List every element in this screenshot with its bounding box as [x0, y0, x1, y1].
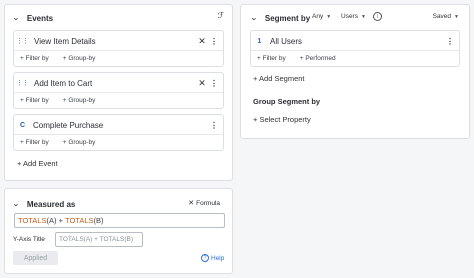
- filter-by-link[interactable]: + Filter by: [20, 97, 49, 104]
- more-options-icon[interactable]: ⋮: [209, 37, 219, 46]
- select-property-link[interactable]: + Select Property: [253, 115, 311, 124]
- caret-down-icon: ▼: [360, 13, 366, 20]
- segment-panel: ⌄ Segment by Any ▼ Users ▼ i Saved ▼ 1 A…: [240, 4, 470, 139]
- more-options-icon[interactable]: ⋮: [445, 37, 455, 46]
- event-card: ⋮⋮ View Item Details ✕ ⋮ + Filter by + G…: [13, 30, 224, 67]
- segment-header[interactable]: ⌄ Segment by: [250, 12, 311, 24]
- caret-down-icon: ▼: [454, 13, 459, 20]
- event-name[interactable]: Add Item to Cart: [34, 79, 197, 88]
- formula-func-b: TOTALS: [65, 216, 94, 225]
- formula-arg-b: (B): [93, 216, 104, 225]
- applied-button[interactable]: Applied: [13, 251, 58, 265]
- y-axis-label: Y-Axis Title: [13, 236, 45, 243]
- segment-card: 1 All Users ⋮ + Filter by + Performed: [250, 30, 460, 67]
- events-title: Events: [26, 13, 54, 23]
- add-segment-link[interactable]: + Add Segment: [253, 74, 305, 83]
- filter-by-link[interactable]: + Filter by: [257, 55, 286, 62]
- measured-title: Measured as: [26, 199, 76, 209]
- users-select-label: Users: [341, 13, 358, 20]
- any-select[interactable]: Any ▼: [312, 13, 331, 20]
- drag-handle-icon[interactable]: ⋮⋮: [16, 37, 29, 45]
- segment-badge: 1: [257, 37, 262, 45]
- remove-event-icon[interactable]: ✕: [197, 78, 207, 89]
- formula-label: Formula: [196, 199, 220, 207]
- y-axis-title-input[interactable]: TOTALS(A) + TOTALS(B): [55, 232, 143, 247]
- formula-toggle-icon[interactable]: ℱ: [218, 11, 224, 20]
- measured-header[interactable]: ⌄ Measured as: [12, 198, 76, 210]
- chevron-down-icon: ⌄: [250, 15, 258, 22]
- remove-event-icon[interactable]: ✕: [197, 36, 207, 47]
- event-name[interactable]: View Item Details: [34, 37, 197, 46]
- event-name[interactable]: Complete Purchase: [33, 121, 209, 130]
- event-badge: C: [19, 121, 26, 129]
- segment-title: Segment by: [264, 13, 311, 23]
- event-card: ⋮⋮ Add Item to Cart ✕ ⋮ + Filter by + Gr…: [13, 72, 224, 109]
- chevron-down-icon: ⌄: [12, 201, 20, 208]
- group-segment-heading: Group Segment by: [253, 97, 321, 106]
- events-panel: ⌄ Events ℱ ⋮⋮ View Item Details ✕ ⋮ + Fi…: [4, 4, 233, 181]
- saved-select-label: Saved: [432, 13, 452, 20]
- formula-arg-a: (A): [46, 216, 57, 225]
- segment-name[interactable]: All Users: [270, 37, 445, 46]
- help-icon: ?: [201, 254, 209, 262]
- filter-by-link[interactable]: + Filter by: [20, 139, 49, 146]
- formula-input[interactable]: TOTALS (A) + TOTALS (B): [14, 213, 225, 228]
- formula-func-a: TOTALS: [18, 216, 47, 225]
- any-select-label: Any: [312, 13, 324, 20]
- formula-remove[interactable]: ✕ Formula: [188, 199, 220, 208]
- more-options-icon[interactable]: ⋮: [209, 79, 219, 88]
- events-header[interactable]: ⌄ Events: [12, 12, 54, 24]
- measured-panel: ⌄ Measured as ✕ Formula TOTALS (A) + TOT…: [4, 188, 233, 274]
- chevron-down-icon: ⌄: [12, 15, 20, 22]
- y-axis-placeholder: TOTALS(A) + TOTALS(B): [59, 236, 133, 243]
- info-icon[interactable]: i: [373, 12, 382, 21]
- group-by-link[interactable]: + Group-by: [63, 139, 96, 146]
- group-by-link[interactable]: + Group-by: [63, 55, 96, 62]
- help-link[interactable]: ? Help: [201, 254, 224, 262]
- drag-handle-icon[interactable]: ⋮⋮: [16, 79, 29, 87]
- event-card: C Complete Purchase ⋮ + Filter by + Grou…: [13, 114, 224, 151]
- filter-by-link[interactable]: + Filter by: [20, 55, 49, 62]
- users-select[interactable]: Users ▼: [341, 13, 366, 20]
- caret-down-icon: ▼: [326, 13, 332, 20]
- more-options-icon[interactable]: ⋮: [209, 121, 219, 130]
- formula-operator: +: [56, 216, 66, 225]
- group-by-link[interactable]: + Group-by: [63, 97, 96, 104]
- close-icon: ✕: [188, 200, 195, 207]
- help-label: Help: [211, 254, 225, 262]
- performed-link[interactable]: + Performed: [300, 55, 336, 62]
- saved-select[interactable]: Saved ▼: [433, 13, 459, 20]
- add-event-link[interactable]: + Add Event: [17, 159, 58, 168]
